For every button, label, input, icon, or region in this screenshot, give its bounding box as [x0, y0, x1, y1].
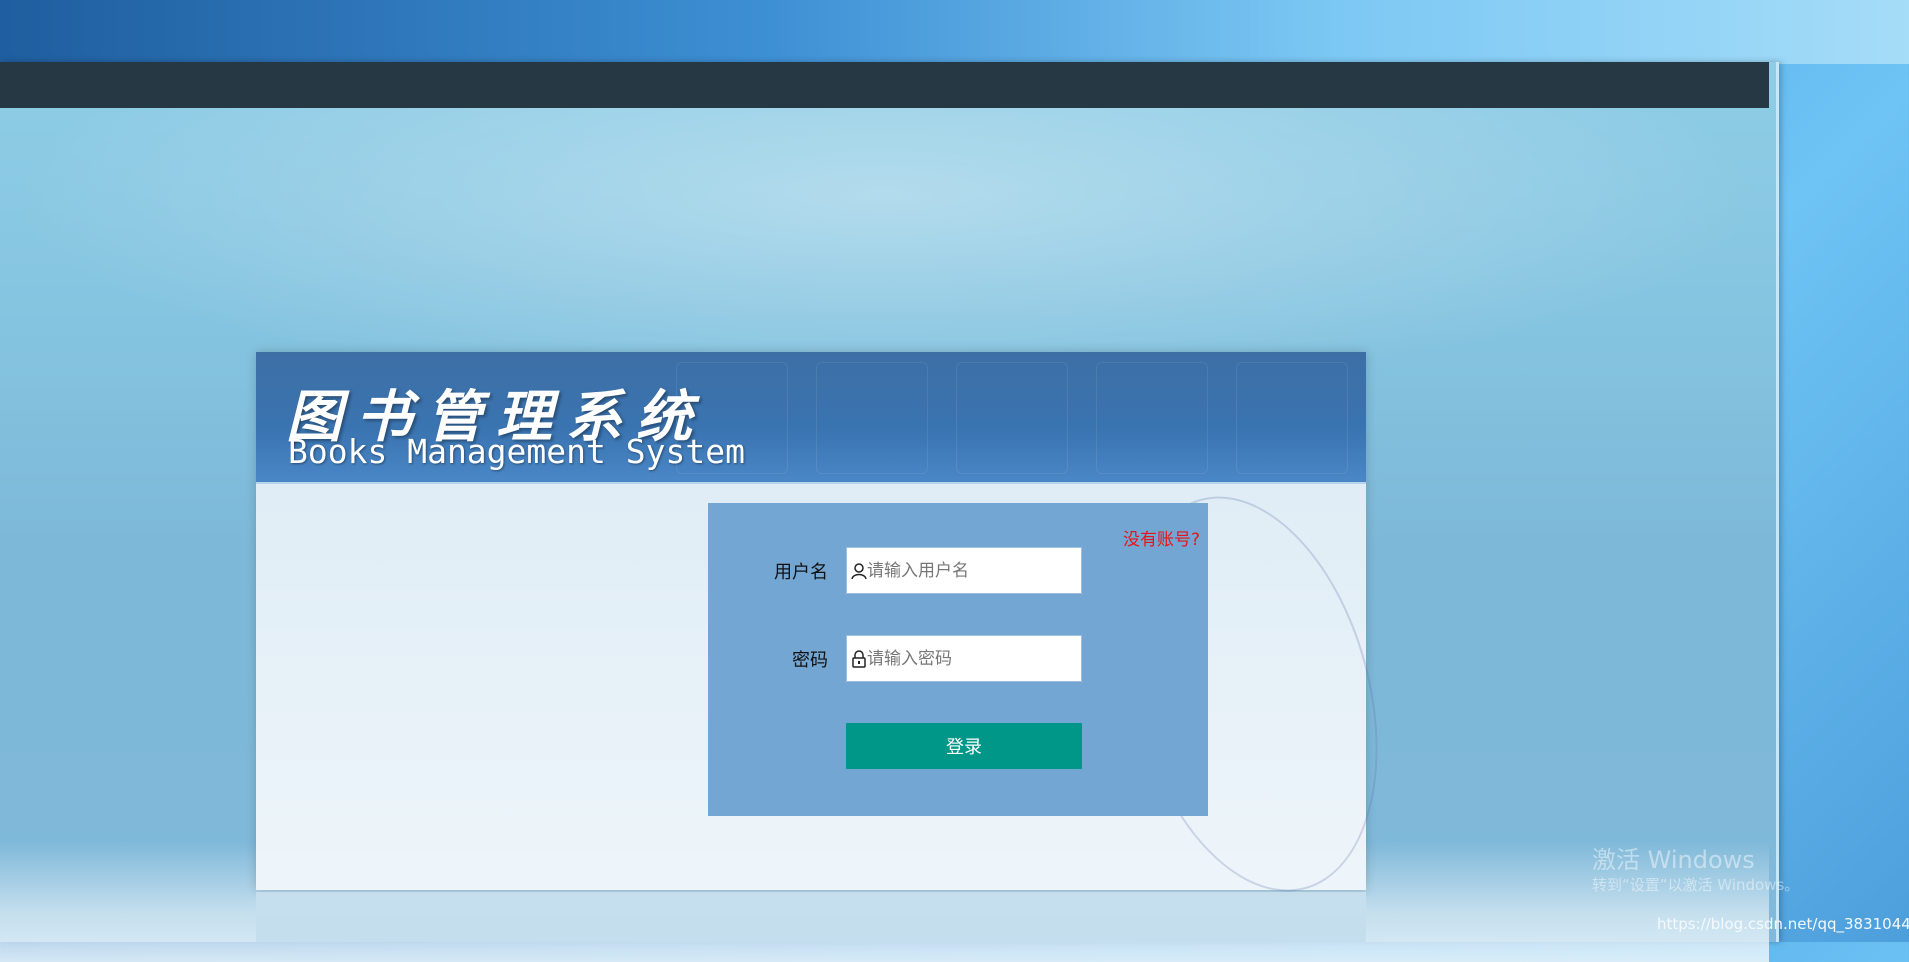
- password-field[interactable]: [846, 635, 1082, 682]
- password-input[interactable]: [867, 636, 1077, 681]
- banner-pattern: [816, 362, 928, 474]
- blog-url-watermark: https://blog.csdn.net/qq_38310446: [1657, 915, 1909, 933]
- password-label: 密码: [792, 650, 828, 671]
- username-field[interactable]: [846, 547, 1082, 594]
- banner-pattern: [1236, 362, 1348, 474]
- lock-icon: [851, 650, 867, 668]
- card-reflection: [256, 892, 1366, 942]
- user-icon: [851, 562, 867, 580]
- banner-pattern: [956, 362, 1068, 474]
- banner-title-english: Books Management System: [288, 432, 745, 471]
- login-button[interactable]: 登录: [846, 723, 1082, 769]
- login-form-panel: 没有账号? 用户名 密码 登录: [708, 503, 1208, 816]
- activate-windows-subtext: 转到“设置”以激活 Windows。: [1592, 876, 1800, 894]
- username-label: 用户名: [774, 562, 828, 583]
- username-input[interactable]: [867, 548, 1077, 593]
- window-titlebar: [0, 62, 1769, 108]
- desktop-top-band: [0, 0, 1909, 64]
- register-link[interactable]: 没有账号?: [1123, 525, 1200, 550]
- activate-windows-watermark: 激活 Windows: [1592, 846, 1755, 874]
- system-banner: 图书管理系统 Books Management System: [256, 352, 1366, 484]
- banner-pattern: [1096, 362, 1208, 474]
